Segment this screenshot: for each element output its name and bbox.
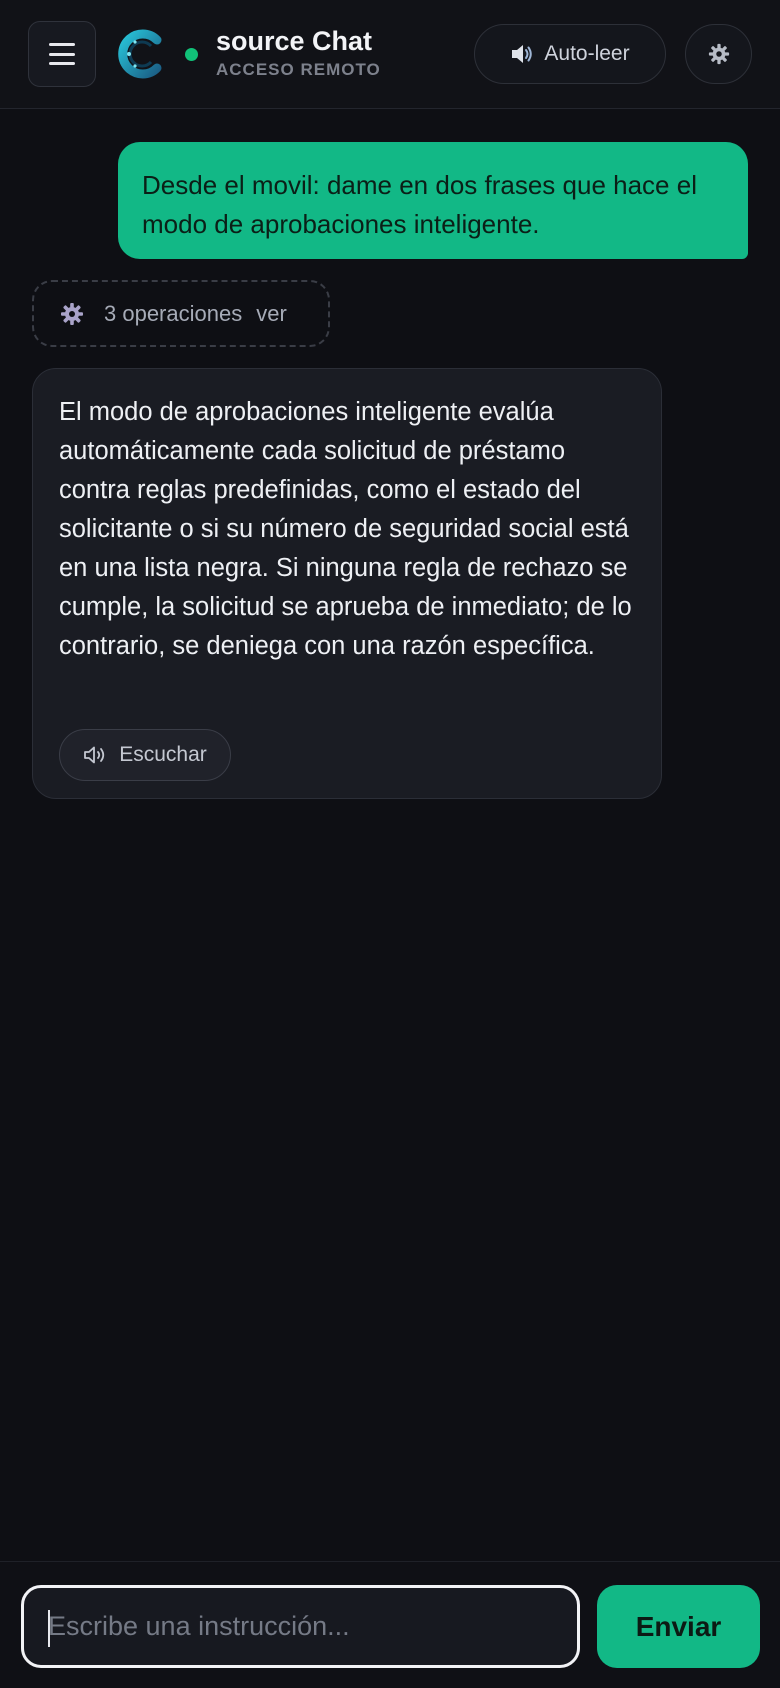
gear-icon bbox=[708, 43, 729, 65]
auto-read-label: Auto-leer bbox=[544, 42, 630, 65]
auto-read-toggle[interactable]: Auto-leer bbox=[474, 24, 666, 84]
gear-icon bbox=[61, 302, 83, 325]
message-input-wrapper bbox=[21, 1585, 580, 1668]
operations-count: 3 operaciones bbox=[104, 300, 243, 326]
assistant-message: El modo de aprobaciones inteligente eval… bbox=[32, 368, 662, 799]
operations-view-link[interactable]: ver bbox=[256, 301, 287, 327]
listen-button[interactable]: Escuchar bbox=[59, 729, 231, 781]
app-header: source Chat ACCESO REMOTO Auto-leer bbox=[0, 0, 780, 109]
operations-chip[interactable]: 3 operaciones ver bbox=[32, 280, 330, 347]
source-logo-icon bbox=[118, 29, 162, 79]
speaker-outline-icon bbox=[84, 746, 105, 764]
text-caret bbox=[48, 1610, 50, 1647]
chat-app: source Chat ACCESO REMOTO Auto-leer Desd… bbox=[0, 0, 780, 1688]
message-input[interactable] bbox=[24, 1588, 577, 1665]
online-status-indicator bbox=[185, 48, 198, 61]
hamburger-icon bbox=[49, 43, 75, 65]
settings-button[interactable] bbox=[685, 24, 752, 84]
user-message: Desde el movil: dame en dos frases que h… bbox=[118, 142, 748, 259]
app-title: source Chat bbox=[216, 26, 373, 56]
listen-label: Escuchar bbox=[119, 743, 207, 766]
app-subtitle: ACCESO REMOTO bbox=[216, 60, 381, 79]
send-button[interactable]: Enviar bbox=[597, 1585, 760, 1668]
menu-button[interactable] bbox=[28, 21, 96, 87]
assistant-message-text: El modo de aprobaciones inteligente eval… bbox=[59, 398, 632, 660]
speaker-icon bbox=[512, 45, 533, 63]
composer: Enviar bbox=[0, 1561, 780, 1688]
